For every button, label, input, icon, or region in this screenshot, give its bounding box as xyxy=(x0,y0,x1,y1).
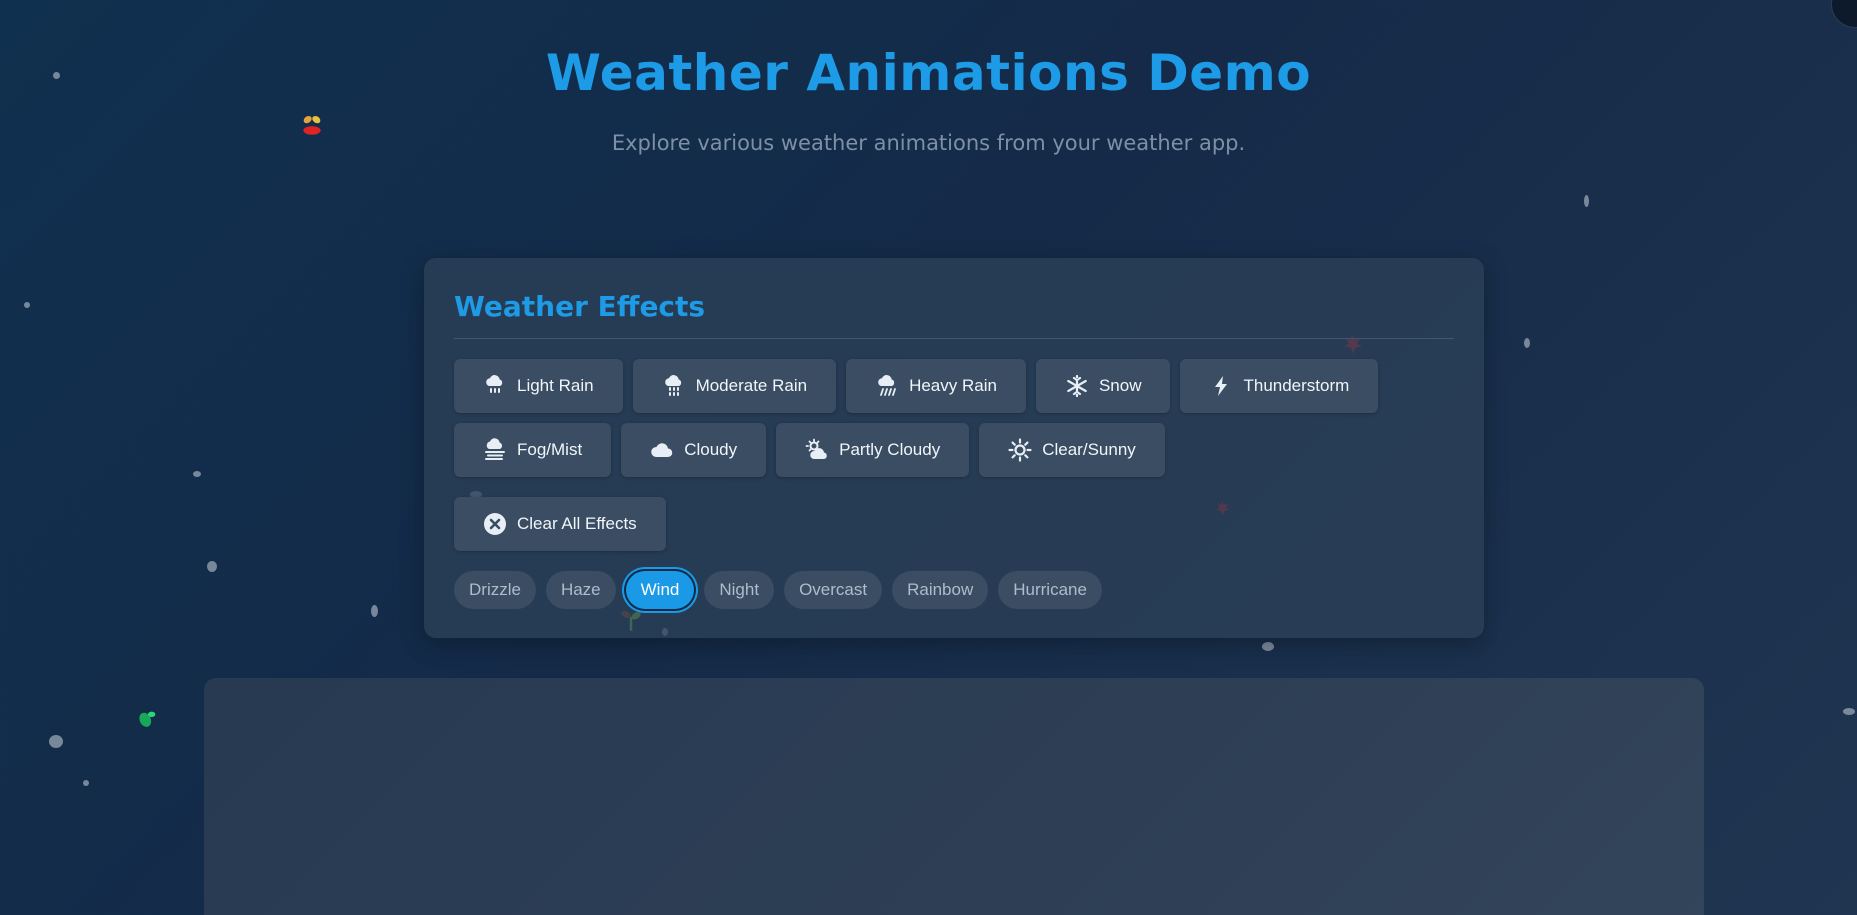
particle xyxy=(83,780,89,786)
heavy-rain-icon xyxy=(878,375,896,396)
clear-all-label: Clear All Effects xyxy=(517,514,637,533)
snow-button[interactable]: Snow xyxy=(1035,359,1171,413)
snowflake-icon xyxy=(1067,374,1087,398)
particle xyxy=(1584,195,1589,207)
chip-overcast[interactable]: Overcast xyxy=(784,571,883,609)
particle xyxy=(49,735,63,748)
snow-label: Snow xyxy=(1098,376,1142,395)
chip-wind[interactable]: Wind xyxy=(625,571,695,609)
partly-cloudy-icon xyxy=(805,438,827,459)
clear-sunny-button[interactable]: Clear/Sunny xyxy=(979,423,1165,477)
moderate-rain-button[interactable]: Moderate Rain xyxy=(632,359,837,413)
moderate-rain-icon xyxy=(664,375,681,396)
partly-cloudy-label: Partly Cloudy xyxy=(839,440,941,459)
light-rain-label: Light Rain xyxy=(517,376,594,395)
weather-effects-panel: Weather Effects Light Rain Moderate Rain… xyxy=(424,258,1484,638)
page-title: Weather Animations Demo xyxy=(545,44,1312,102)
close-circle-icon xyxy=(484,513,506,535)
particle xyxy=(1843,708,1855,715)
page-subtitle: Explore various weather animations from … xyxy=(611,131,1246,155)
leaf-icon xyxy=(139,711,156,727)
effects-row-1: Light Rain Moderate Rain Heavy Rain Snow… xyxy=(454,359,1379,413)
divider xyxy=(454,338,1454,339)
panel-title: Weather Effects xyxy=(454,290,706,323)
clear-sunny-label: Clear/Sunny xyxy=(1042,440,1136,459)
light-rain-button[interactable]: Light Rain xyxy=(454,359,623,413)
heavy-rain-button[interactable]: Heavy Rain xyxy=(846,359,1026,413)
cloudy-button[interactable]: Cloudy xyxy=(621,423,767,477)
corner-toggle-button[interactable] xyxy=(1831,0,1857,28)
chip-night[interactable]: Night xyxy=(704,571,775,609)
cloudy-label: Cloudy xyxy=(684,440,738,459)
particle xyxy=(207,561,217,572)
particle xyxy=(1524,338,1530,348)
sun-icon xyxy=(1008,438,1032,462)
particle xyxy=(371,605,378,617)
fog-icon xyxy=(485,438,505,460)
particle xyxy=(1262,642,1274,651)
moderate-rain-label: Moderate Rain xyxy=(695,376,808,395)
particle xyxy=(24,302,30,308)
particle xyxy=(193,471,201,477)
extra-effects-chips: Drizzle Haze Wind Night Overcast Rainbow… xyxy=(454,571,1102,609)
lightning-icon xyxy=(1215,376,1228,396)
heavy-rain-label: Heavy Rain xyxy=(909,376,997,395)
weather-preview-card xyxy=(204,678,1704,915)
light-rain-icon xyxy=(486,375,503,393)
thunderstorm-button[interactable]: Thunderstorm xyxy=(1180,359,1379,413)
partly-cloudy-button[interactable]: Partly Cloudy xyxy=(776,423,970,477)
fog-mist-label: Fog/Mist xyxy=(517,440,583,459)
clear-all-effects-button[interactable]: Clear All Effects xyxy=(454,497,666,551)
chip-hurricane[interactable]: Hurricane xyxy=(998,571,1102,609)
thunderstorm-label: Thunderstorm xyxy=(1243,376,1350,395)
fog-mist-button[interactable]: Fog/Mist xyxy=(454,423,612,477)
cloud-icon xyxy=(651,443,673,457)
chip-rainbow[interactable]: Rainbow xyxy=(892,571,989,609)
chip-haze[interactable]: Haze xyxy=(545,571,616,609)
effects-row-2: Fog/Mist Cloudy Partly Cloudy Clear/Sunn… xyxy=(454,423,1165,477)
effects-row-3: Clear All Effects xyxy=(454,497,666,551)
chip-drizzle[interactable]: Drizzle xyxy=(454,571,536,609)
